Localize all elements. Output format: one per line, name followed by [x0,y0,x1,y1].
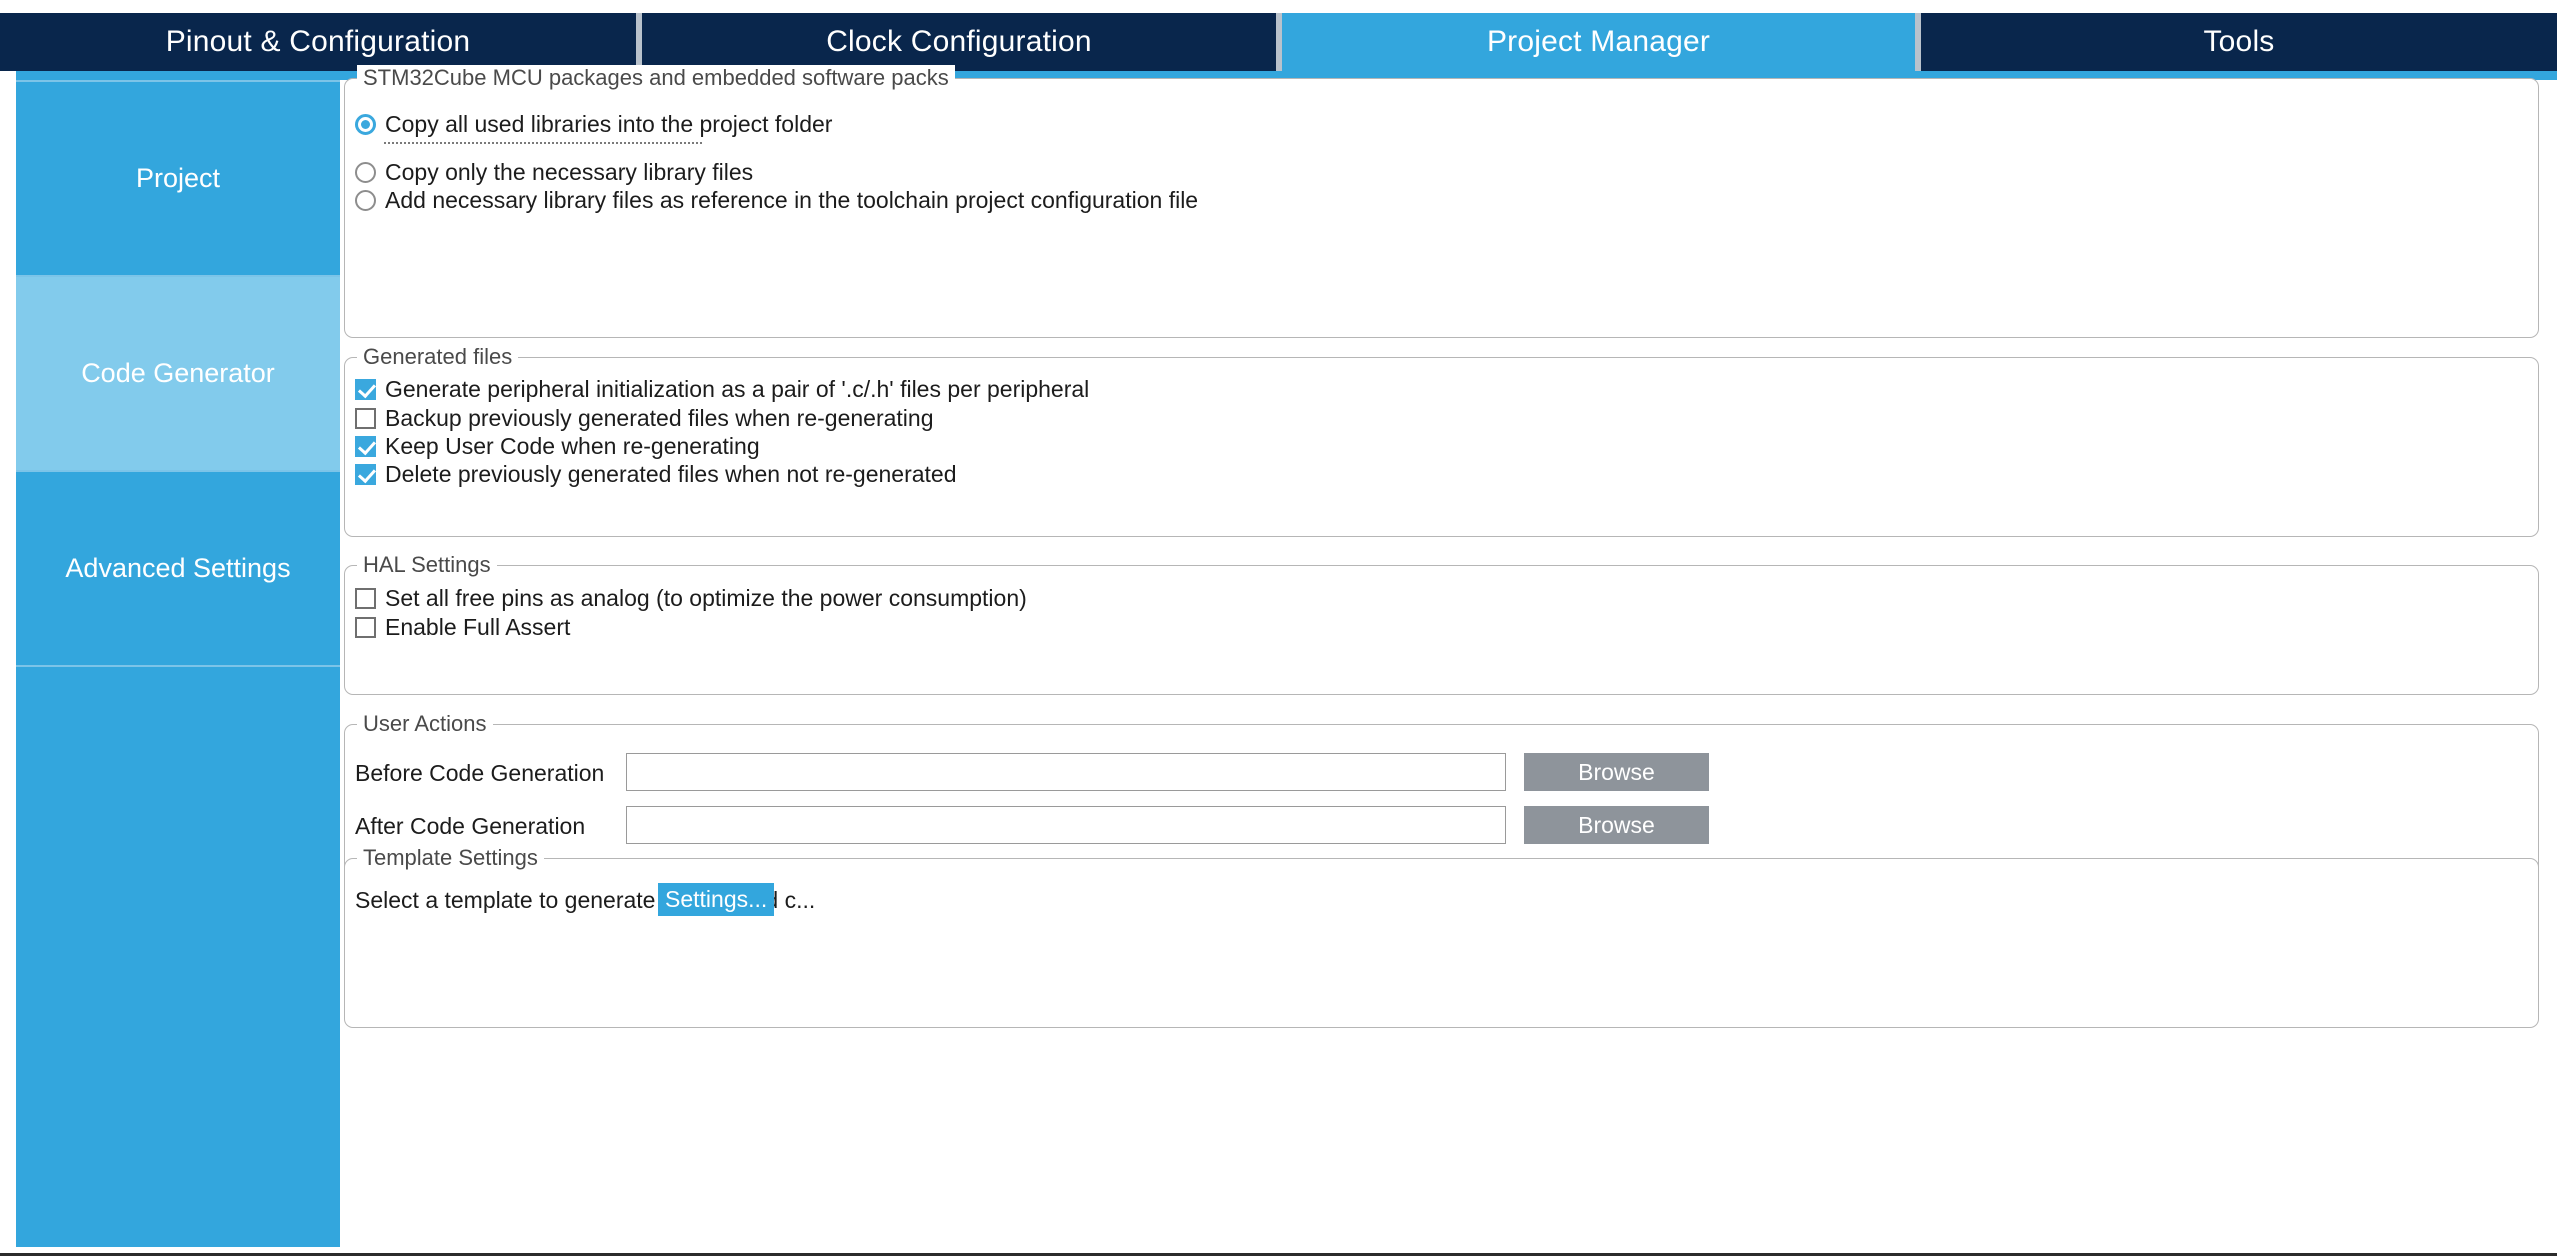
checkbox-backup-previous-files[interactable]: Backup previously generated files when r… [355,403,934,433]
sidebar-item-label: Code Generator [81,358,275,388]
groupbox-title: STM32Cube MCU packages and embedded soft… [357,65,955,91]
checkbox-generate-peripheral-init[interactable]: Generate peripheral initialization as a … [355,374,1089,404]
after-code-generation-label: After Code Generation [355,813,586,839]
project-manager-sidebar: Project Code Generator Advanced Settings [16,80,340,1247]
tab-label: Tools [2203,25,2275,58]
radio-copy-necessary-files[interactable]: Copy only the necessary library files [355,157,753,187]
checkbox-label: Keep User Code when re-generating [385,432,760,459]
sidebar-item-label: Advanced Settings [65,553,291,583]
checkbox-indicator[interactable] [355,435,376,457]
groupbox-template-settings: Template Settings Select a template to g… [344,845,2539,1028]
checkbox-label: Generate peripheral initialization as a … [385,375,1090,402]
radio-add-as-reference[interactable]: Add necessary library files as reference… [355,185,1198,215]
radio-indicator[interactable] [355,113,376,135]
checkbox-label: Backup previously generated files when r… [385,404,934,431]
checkbox-set-free-pins-analog[interactable]: Set all free pins as analog (to optimize… [355,583,1027,613]
tab-label: Pinout & Configuration [165,25,471,58]
after-code-generation-browse-button[interactable]: Browse [1524,806,1709,844]
sidebar-item-project[interactable]: Project [16,82,340,277]
radio-label: Add necessary library files as reference… [385,186,1199,213]
window-bottom-rule [0,1253,2557,1256]
groupbox-title: HAL Settings [357,552,497,578]
sidebar-item-advanced-settings[interactable]: Advanced Settings [16,472,340,667]
groupbox-hal-settings: HAL Settings Set all free pins as analog… [344,552,2539,695]
checkbox-indicator[interactable] [355,407,376,429]
tab-tools[interactable]: Tools [1918,13,2557,71]
code-generator-panel: STM32Cube MCU packages and embedded soft… [344,65,2541,1248]
checkbox-indicator[interactable] [355,587,376,609]
checkbox-delete-previous-files[interactable]: Delete previously generated files when n… [355,459,957,489]
checkbox-keep-user-code[interactable]: Keep User Code when re-generating [355,431,760,461]
tab-label: Clock Configuration [826,25,1092,58]
tab-label: Project Manager [1486,25,1711,58]
radio-indicator[interactable] [355,189,376,211]
radio-indicator[interactable] [355,161,376,183]
template-settings-button[interactable]: Settings... [658,883,775,916]
checkbox-indicator[interactable] [355,463,376,485]
checkbox-indicator[interactable] [355,378,376,400]
checkbox-label: Set all free pins as analog (to optimize… [385,584,1027,611]
checkbox-label: Enable Full Assert [385,613,571,640]
sidebar-item-label: Project [135,163,221,193]
radio-focus-underline [384,142,702,144]
groupbox-title: Template Settings [357,845,544,871]
groupbox-title: Generated files [357,344,519,370]
after-code-generation-input[interactable] [626,806,1506,844]
radio-copy-all-libraries[interactable]: Copy all used libraries into the project… [355,109,832,139]
groupbox-mcu-packages: STM32Cube MCU packages and embedded soft… [344,65,2539,338]
groupbox-generated-files: Generated files Generate peripheral init… [344,344,2539,537]
before-code-generation-input[interactable] [626,753,1506,791]
sidebar-item-code-generator[interactable]: Code Generator [16,277,340,472]
tab-project-manager[interactable]: Project Manager [1279,13,1918,71]
radio-label: Copy only the necessary library files [385,158,754,185]
tab-pinout-configuration[interactable]: Pinout & Configuration [0,13,639,71]
before-code-generation-label: Before Code Generation [355,760,605,786]
tab-clock-configuration[interactable]: Clock Configuration [639,13,1279,71]
checkbox-indicator[interactable] [355,616,376,638]
groupbox-title: User Actions [357,711,493,737]
before-code-generation-browse-button[interactable]: Browse [1524,753,1709,791]
main-tab-bar: Pinout & Configuration Clock Configurati… [0,13,2557,71]
checkbox-enable-full-assert[interactable]: Enable Full Assert [355,612,570,642]
radio-label: Copy all used libraries into the project… [385,110,833,137]
stm32cubemx-window: Pinout & Configuration Clock Configurati… [0,0,2557,1260]
checkbox-label: Delete previously generated files when n… [385,460,957,487]
